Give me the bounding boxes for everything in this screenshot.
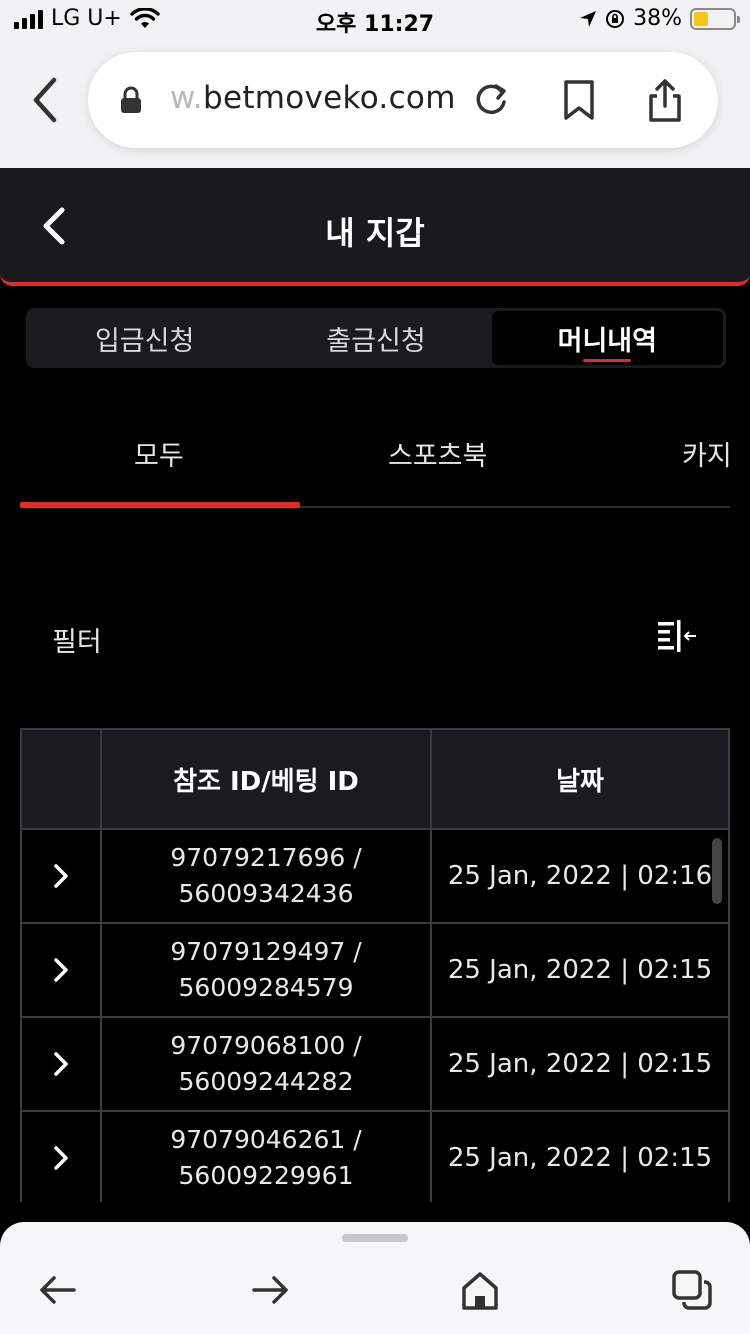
id-cell: 97079046261 / 56009229961	[102, 1112, 432, 1202]
tab-money-history[interactable]: 머니내역	[491, 311, 723, 365]
date-cell: 25 Jan, 2022 | 02:15	[432, 1112, 730, 1202]
date-cell: 25 Jan, 2022 | 02:15	[432, 1018, 730, 1112]
ref-id: 97079068100 /	[170, 1031, 362, 1060]
subtab-sportsbook[interactable]: 스포츠북	[388, 434, 487, 473]
app-header: 내 지갑	[0, 168, 750, 286]
bet-id: 56009229961	[178, 1161, 354, 1190]
reload-icon[interactable]	[470, 78, 512, 122]
active-tab-underline	[583, 359, 632, 362]
expand-cell[interactable]	[22, 1112, 102, 1202]
subtab-all[interactable]: 모두	[134, 434, 184, 473]
chevron-left-icon[interactable]	[28, 74, 64, 126]
page-title: 내 지갑	[325, 214, 425, 252]
browser-bottom-bar	[0, 1222, 750, 1334]
header-cell-date: 날짜	[432, 730, 730, 830]
table-row[interactable]: 97079129497 / 56009284579 25 Jan, 2022 | …	[22, 924, 730, 1018]
url-prefix: w.	[170, 80, 203, 116]
tab-label: 머니내역	[557, 325, 657, 357]
ref-id: 97079046261 /	[170, 1125, 362, 1154]
back-arrow-icon[interactable]	[36, 1270, 80, 1310]
chevron-right-icon[interactable]	[52, 956, 70, 984]
id-cell: 97079217696 / 56009342436	[102, 830, 432, 924]
table-header: 참조 ID/베팅 ID 날짜	[22, 730, 730, 830]
header-cell-expand	[22, 730, 102, 830]
expand-cell[interactable]	[22, 1018, 102, 1112]
history-table: 참조 ID/베팅 ID 날짜 97079217696 / 56009342436 …	[20, 728, 730, 1202]
date-cell: 25 Jan, 2022 | 02:15	[432, 924, 730, 1018]
battery-level	[694, 11, 709, 26]
ref-id: 97079129497 /	[170, 937, 362, 966]
home-icon[interactable]	[458, 1270, 502, 1310]
bet-id: 56009342436	[178, 879, 354, 908]
url-text: w.betmoveko.com	[170, 80, 456, 116]
id-cell: 97079129497 / 56009284579	[102, 924, 432, 1018]
expand-cell[interactable]	[22, 830, 102, 924]
filter-toggle-icon[interactable]	[656, 618, 700, 658]
bookmark-icon[interactable]	[558, 78, 600, 122]
status-right: 38%	[579, 6, 740, 31]
chevron-right-icon[interactable]	[52, 862, 70, 890]
rotation-lock-icon	[606, 9, 625, 28]
url-domain: betmoveko.com	[202, 80, 456, 116]
date-text: 25 Jan, 2022 | 02:16	[447, 861, 713, 891]
tab-label: 출금신청	[326, 325, 426, 357]
ref-id: 97079217696 /	[170, 843, 362, 872]
forward-arrow-icon[interactable]	[248, 1270, 292, 1310]
category-tabs: 모두 스포츠북 카지	[20, 410, 732, 508]
table-row[interactable]: 97079068100 / 56009244282 25 Jan, 2022 | …	[22, 1018, 730, 1112]
table-row[interactable]: 97079046261 / 56009229961 25 Jan, 2022 | …	[22, 1112, 730, 1202]
chevron-right-icon[interactable]	[52, 1144, 70, 1172]
share-icon[interactable]	[644, 78, 686, 122]
date-text: 25 Jan, 2022 | 02:15	[447, 1049, 713, 1079]
bet-id: 56009244282	[178, 1067, 354, 1096]
wallet-tabs: 입금신청 출금신청 머니내역	[26, 308, 726, 368]
subtab-casino[interactable]: 카지	[682, 434, 732, 473]
table-scrollbar[interactable]	[712, 838, 722, 904]
header-cell-ref-id: 참조 ID/베팅 ID	[102, 730, 432, 830]
lock-icon	[121, 86, 141, 113]
id-cell: 97079068100 / 56009244282	[102, 1018, 432, 1112]
filter-label: 필터	[52, 627, 102, 658]
tab-deposit[interactable]: 입금신청	[29, 311, 260, 365]
chevron-right-icon[interactable]	[52, 1050, 70, 1078]
subtab-active-indicator	[20, 502, 300, 508]
status-bar: LG U+ 오후 11:27 38%	[0, 0, 750, 40]
bet-id: 56009284579	[178, 973, 354, 1002]
url-row: w.betmoveko.com	[0, 52, 750, 148]
battery-icon	[690, 7, 740, 30]
toolbar-grabber[interactable]	[342, 1234, 408, 1242]
table-row[interactable]: 97079217696 / 56009342436 25 Jan, 2022 | …	[22, 830, 730, 924]
tab-withdraw[interactable]: 출금신청	[260, 311, 491, 365]
date-cell: 25 Jan, 2022 | 02:16	[432, 830, 730, 924]
address-bar[interactable]: w.betmoveko.com	[88, 52, 718, 148]
battery-percent: 38%	[633, 6, 682, 31]
date-text: 25 Jan, 2022 | 02:15	[447, 1143, 713, 1173]
date-text: 25 Jan, 2022 | 02:15	[447, 955, 713, 985]
tabs-icon[interactable]	[670, 1270, 714, 1310]
expand-cell[interactable]	[22, 924, 102, 1018]
browser-top-bar: LG U+ 오후 11:27 38% w.betmoveko.com	[0, 0, 750, 168]
location-arrow-icon	[580, 10, 597, 27]
tab-label: 입금신청	[94, 325, 195, 357]
